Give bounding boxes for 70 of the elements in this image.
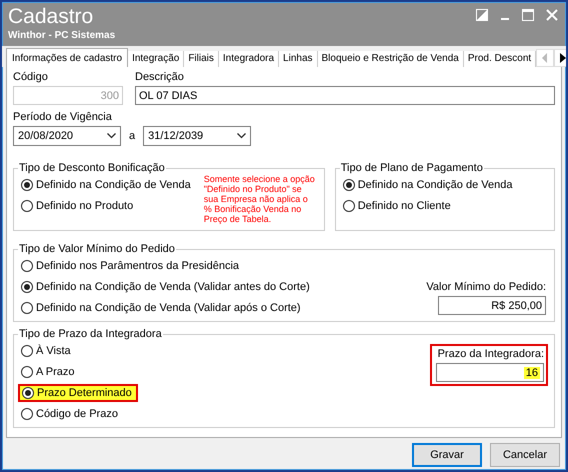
tab[interactable]: Linhas <box>279 51 318 67</box>
radio-option[interactable]: Prazo Determinado <box>20 386 136 400</box>
radio-option[interactable]: Definido no Cliente <box>342 199 514 213</box>
window-subtitle: Winthor - PC Sistemas <box>8 30 116 41</box>
radio-label: Definido na Condição de Venda <box>36 179 191 191</box>
resize-icon[interactable] <box>476 9 488 21</box>
field-label: Período de Vigência <box>13 111 113 123</box>
radio-label: Definido no Produto <box>36 200 134 212</box>
field-value: 16 <box>524 366 540 378</box>
radio-option[interactable]: Definido na Condição de Venda (Validar após o Corte) <box>20 301 311 315</box>
date-dropdown[interactable]: 31/12/2039 <box>143 126 252 146</box>
field-label: Código <box>13 71 49 83</box>
tab[interactable]: Informações de cadastro <box>6 48 128 67</box>
tab[interactable]: Integradora <box>218 51 280 67</box>
radio-option[interactable]: A Prazo <box>20 365 136 379</box>
tab[interactable]: Integração <box>128 51 184 67</box>
radio-label: Definido nos Parâmentros da Presidência <box>36 260 240 272</box>
radio-button[interactable] <box>21 366 33 378</box>
radio-label: Prazo Determinado <box>37 387 132 399</box>
group-title: Tipo de Plano de Pagamento <box>340 162 484 174</box>
radio-label: Definido no Cliente <box>358 200 451 212</box>
date-value: 20/08/2020 <box>18 130 74 142</box>
range-separator: a <box>129 130 136 142</box>
radio-button[interactable] <box>21 302 33 314</box>
field-label: Descrição <box>135 71 185 83</box>
radio-label: A Prazo <box>36 366 75 378</box>
radio-button[interactable] <box>21 179 33 191</box>
radio-button[interactable] <box>21 345 33 357</box>
radio-option[interactable]: À Vista <box>20 344 136 358</box>
radio-button[interactable] <box>342 200 355 212</box>
description-field[interactable]: OL 07 DIAS <box>135 86 555 105</box>
field-label: Valor Mínimo do Pedido: <box>426 281 546 293</box>
group-title: Tipo de Valor Mínimo do Pedido <box>18 243 176 255</box>
radio-option[interactable]: Código de Prazo <box>20 407 136 421</box>
tab[interactable]: Filiais <box>184 51 219 67</box>
radio-button[interactable] <box>22 387 34 399</box>
cancel-button[interactable]: Cancelar <box>490 443 560 467</box>
window-title: Cadastro <box>8 5 94 29</box>
radio-label: Definido na Condição de Venda <box>358 179 512 191</box>
radio-button[interactable] <box>21 200 33 212</box>
radio-button[interactable] <box>21 281 33 293</box>
group-title: Tipo de Prazo da Integradora <box>18 328 163 340</box>
chevron-down-icon[interactable] <box>237 133 246 139</box>
number-field[interactable]: 16 <box>436 363 544 382</box>
radio-button[interactable] <box>342 179 355 191</box>
hint-text: Somente selecione a opção "Definido no Produto" se sua Empresa não aplica o % Bonificação Venda no Preço de Tabela. <box>204 174 316 224</box>
field-label: Prazo da Integradora: <box>438 348 544 360</box>
chevron-down-icon[interactable] <box>107 133 116 139</box>
field-value: R$ 250,00 <box>491 300 542 312</box>
scroll-right-icon[interactable] <box>560 53 566 63</box>
number-field[interactable]: R$ 250,00 <box>438 296 546 315</box>
radio-option[interactable]: Definido na Condição de Venda <box>342 178 514 192</box>
tab[interactable]: Bloqueio e Restrição de Venda <box>318 51 464 67</box>
radio-option[interactable]: Definido nos Parâmentros da Presidência <box>20 259 311 273</box>
radio-option[interactable]: Definido na Condição de Venda <box>20 178 192 192</box>
radio-label: À Vista <box>36 345 71 357</box>
radio-label: Código de Prazo <box>36 408 118 420</box>
radio-option[interactable]: Definido na Condição de Venda (Validar antes do Corte) <box>20 280 311 294</box>
radio-label: Definido na Condição de Venda (Validar após o Corte) <box>36 302 301 314</box>
maximize-icon[interactable] <box>522 9 534 21</box>
close-icon[interactable] <box>546 9 558 21</box>
save-button[interactable]: Gravar <box>412 443 482 467</box>
radio-button[interactable] <box>21 260 33 272</box>
date-value: 31/12/2039 <box>148 130 204 142</box>
radio-option[interactable]: Definido no Produto <box>20 199 192 213</box>
date-dropdown[interactable]: 20/08/2020 <box>13 126 121 146</box>
radio-button[interactable] <box>21 408 33 420</box>
tab[interactable]: Prod. Descont <box>464 51 536 67</box>
radio-label: Definido na Condição de Venda (Validar antes do Corte) <box>36 281 310 293</box>
group-title: Tipo de Desconto Bonificação <box>18 162 166 174</box>
